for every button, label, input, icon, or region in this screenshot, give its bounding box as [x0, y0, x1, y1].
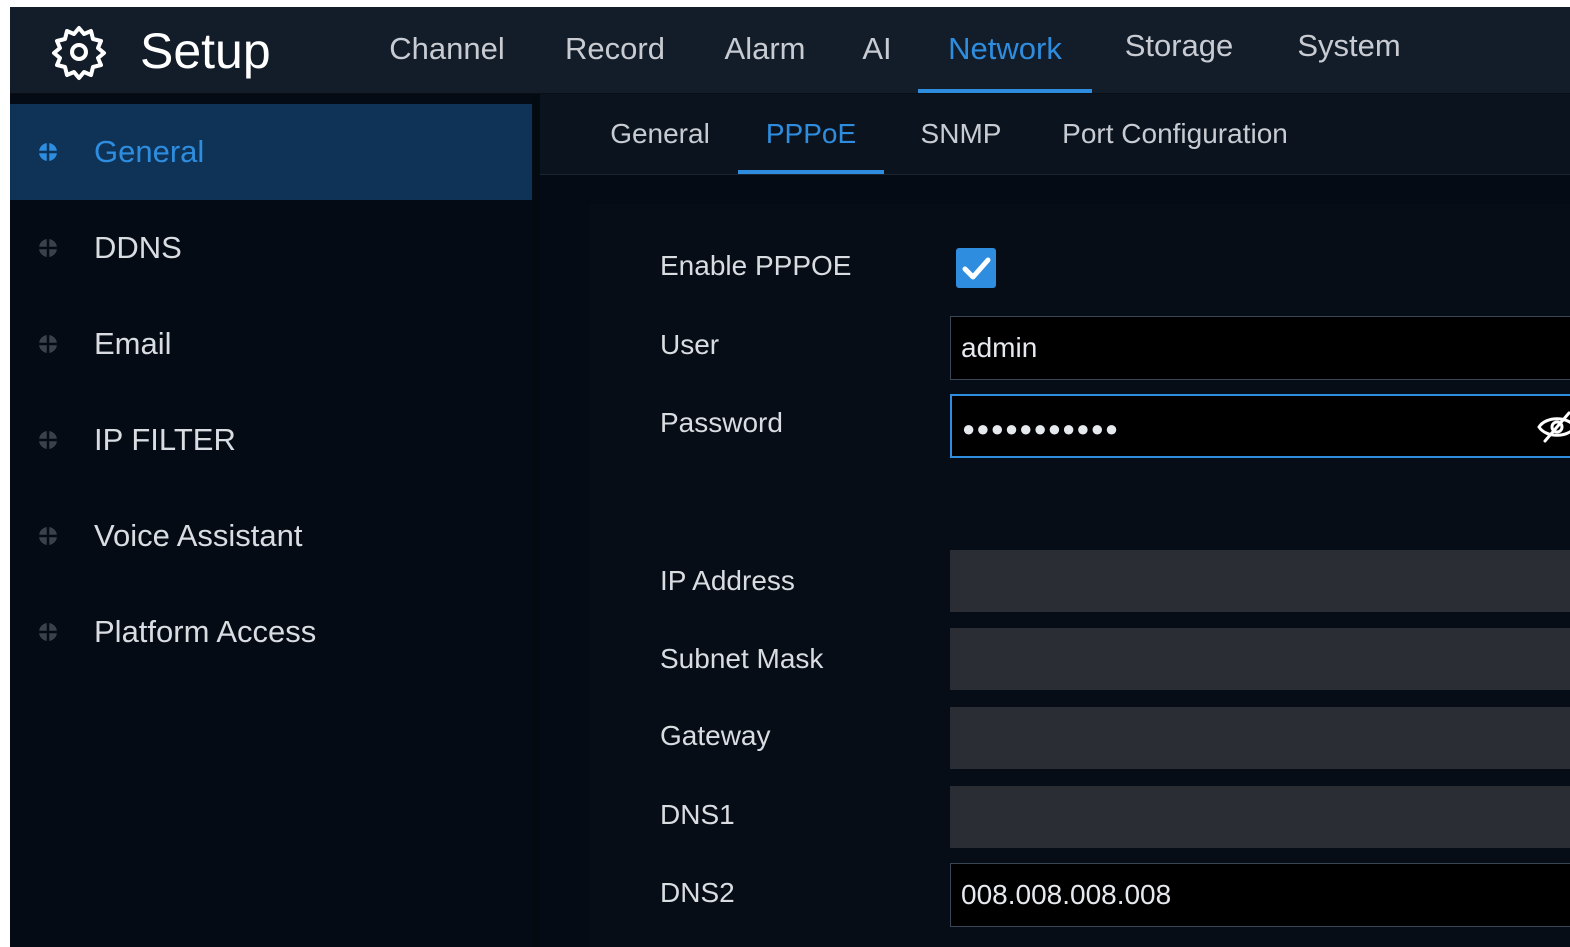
- subnet-mask-field: [950, 628, 1570, 690]
- sidebar-item-label: Platform Access: [94, 614, 317, 649]
- content-area: General PPPoE SNMP Port Configuration En…: [540, 94, 1570, 947]
- sidebar-item-ip-filter[interactable]: IP FILTER: [10, 392, 532, 488]
- dns1-label: DNS1: [660, 799, 735, 830]
- subtab-port-configuration[interactable]: Port Configuration: [1040, 94, 1310, 174]
- diamond-dot-icon: [38, 430, 58, 450]
- user-label: User: [660, 329, 720, 360]
- password-value: ●●●●●●●●●●●: [962, 416, 1120, 441]
- sidebar-item-voice-assistant[interactable]: Voice Assistant: [10, 488, 532, 584]
- active-tab-underline: [918, 89, 1092, 93]
- checkmark-icon: [962, 257, 991, 280]
- gateway-label: Gateway: [660, 720, 771, 751]
- top-bar: Setup Channel Record Alarm AI Network St…: [10, 7, 1570, 94]
- user-field[interactable]: admin: [950, 316, 1570, 380]
- dns2-label: DNS2: [660, 877, 735, 908]
- diamond-dot-icon: [38, 334, 58, 354]
- eye-off-icon[interactable]: [1536, 410, 1570, 444]
- pppoe-form: Enable PPPOE User admin Password ●●●●●●●…: [590, 204, 1570, 947]
- dns1-field: [950, 786, 1570, 848]
- gear-icon: [52, 26, 106, 80]
- tab-storage[interactable]: Storage: [1116, 26, 1242, 90]
- subtab-bar: General PPPoE SNMP Port Configuration: [540, 94, 1570, 175]
- sidebar-item-label: General: [94, 134, 205, 169]
- subtab-pppoe[interactable]: PPPoE: [738, 94, 884, 174]
- ip-address-label: IP Address: [660, 565, 795, 596]
- active-subtab-underline: [738, 170, 884, 174]
- setup-window: Setup Channel Record Alarm AI Network St…: [10, 7, 1570, 947]
- password-field[interactable]: ●●●●●●●●●●●: [950, 394, 1570, 458]
- diamond-dot-icon: [38, 142, 58, 162]
- password-label: Password: [660, 407, 783, 438]
- tab-system[interactable]: System: [1288, 26, 1410, 90]
- subtab-snmp[interactable]: SNMP: [906, 94, 1016, 174]
- tab-alarm[interactable]: Alarm: [715, 29, 815, 93]
- sidebar-item-label: Email: [94, 326, 172, 361]
- ip-address-field: [950, 550, 1570, 612]
- sidebar-item-label: DDNS: [94, 230, 182, 265]
- sidebar-item-ddns[interactable]: DDNS: [10, 200, 532, 296]
- subnet-mask-label: Subnet Mask: [660, 643, 824, 674]
- dns2-field[interactable]: 008.008.008.008: [950, 863, 1570, 927]
- sidebar-item-label: Voice Assistant: [94, 518, 303, 553]
- diamond-dot-icon: [38, 622, 58, 642]
- tab-network[interactable]: Network: [918, 29, 1092, 93]
- tab-record[interactable]: Record: [555, 29, 675, 93]
- sidebar-item-platform-access[interactable]: Platform Access: [10, 584, 532, 680]
- tab-channel[interactable]: Channel: [382, 29, 512, 93]
- diamond-dot-icon: [38, 238, 58, 258]
- enable-pppoe-label: Enable PPPOE: [660, 250, 852, 281]
- sidebar-item-label: IP FILTER: [94, 422, 236, 457]
- gateway-field: [950, 707, 1570, 769]
- sidebar: General DDNS Email IP FILTER Voice Assis…: [10, 94, 532, 947]
- tab-ai[interactable]: AI: [852, 29, 902, 93]
- sidebar-item-email[interactable]: Email: [10, 296, 532, 392]
- diamond-dot-icon: [38, 526, 58, 546]
- subtab-general[interactable]: General: [600, 94, 720, 174]
- app-title: Setup: [140, 23, 271, 79]
- enable-pppoe-checkbox[interactable]: [956, 248, 996, 288]
- sidebar-item-general[interactable]: General: [10, 104, 532, 200]
